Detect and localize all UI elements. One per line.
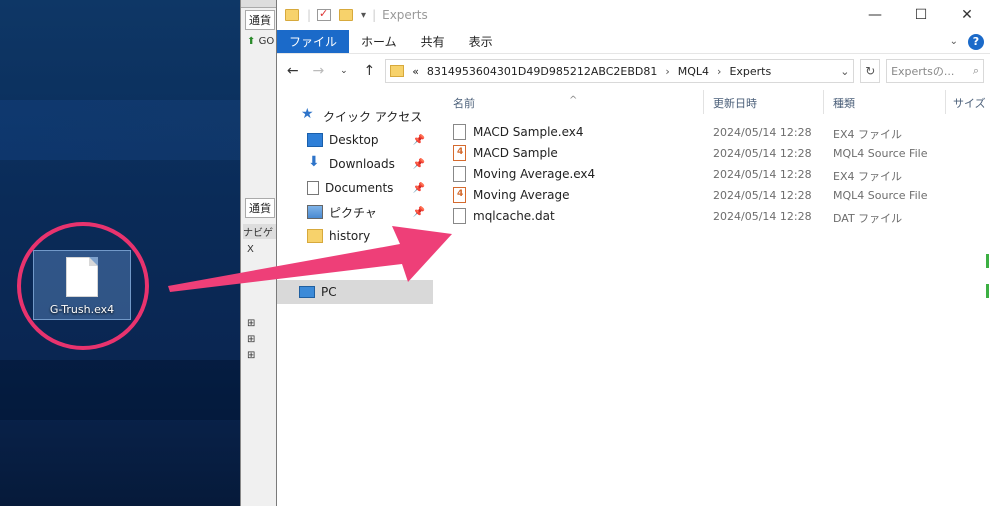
- address-bar[interactable]: « 8314953604301D49D985212ABC2EBD81 › MQL…: [385, 59, 855, 83]
- file-type: EX4 ファイル: [833, 170, 902, 183]
- mt4-tree-item[interactable]: ⬆ GO: [247, 36, 274, 47]
- nav-item-history[interactable]: history: [277, 224, 433, 248]
- mt4-navigator-header: ナビゲ: [243, 224, 276, 239]
- file-list: ^ 名前 更新日時 種類 サイズ MACD Sample.ex4 2024/05…: [433, 88, 990, 506]
- tab-view[interactable]: 表示: [457, 30, 505, 53]
- picture-icon: [307, 205, 323, 219]
- tab-home[interactable]: ホーム: [349, 30, 409, 53]
- star-icon: [301, 106, 317, 123]
- window-title: Experts: [382, 8, 428, 22]
- maximize-icon[interactable]: ☐: [898, 0, 944, 30]
- search-icon: ⌕: [972, 64, 980, 77]
- desktop-background: G-Trush.ex4: [0, 0, 240, 506]
- close-icon[interactable]: ✕: [944, 0, 990, 30]
- mql4-icon: [453, 187, 466, 203]
- file-date: 2024/05/14 12:28: [713, 168, 812, 181]
- search-input[interactable]: Expertsの... ⌕: [886, 59, 985, 83]
- edge-mark: [986, 284, 989, 298]
- file-row[interactable]: MACD Sample.ex4 2024/05/14 12:28 EX4 ファイ…: [433, 122, 990, 143]
- file-icon: [453, 208, 466, 224]
- edge-mark: [986, 254, 989, 268]
- file-row[interactable]: Moving Average.ex4 2024/05/14 12:28 EX4 …: [433, 164, 990, 185]
- mql4-icon: [453, 145, 466, 161]
- highlight-circle: [17, 222, 149, 350]
- file-icon: [453, 166, 466, 182]
- file-date: 2024/05/14 12:28: [713, 210, 812, 223]
- help-icon[interactable]: ?: [968, 33, 984, 50]
- download-icon: [307, 154, 323, 171]
- column-name[interactable]: 名前: [453, 95, 475, 111]
- pin-icon: 📌: [412, 206, 425, 218]
- nav-item-downloads[interactable]: Downloads 📌: [277, 152, 433, 176]
- nav-item-desktop[interactable]: Desktop 📌: [277, 128, 433, 152]
- file-name: MACD Sample.ex4: [473, 125, 584, 139]
- document-icon: [307, 181, 319, 195]
- title-bar: | ▾ | Experts — ☐ ✕: [277, 0, 990, 30]
- nav-item-pc[interactable]: PC: [277, 280, 433, 304]
- column-size[interactable]: サイズ: [953, 95, 986, 111]
- nav-item-documents[interactable]: Documents 📌: [277, 176, 433, 200]
- file-row[interactable]: Moving Average 2024/05/14 12:28 MQL4 Sou…: [433, 185, 990, 206]
- forward-icon[interactable]: →: [309, 63, 329, 79]
- file-date: 2024/05/14 12:28: [713, 126, 812, 139]
- file-row[interactable]: MACD Sample 2024/05/14 12:28 MQL4 Source…: [433, 143, 990, 164]
- address-overflow[interactable]: «: [412, 65, 419, 78]
- file-type: DAT ファイル: [833, 212, 903, 225]
- column-type[interactable]: 種類: [833, 95, 855, 111]
- minimize-icon[interactable]: —: [852, 0, 898, 30]
- desktop-dark-band: [0, 360, 240, 420]
- ribbon-tabs: ファイル ホーム 共有 表示 ⌄ ?: [277, 30, 990, 54]
- address-dropdown-icon[interactable]: ⌄: [840, 65, 849, 78]
- file-type: MQL4 Source File: [833, 147, 928, 160]
- recent-locations-icon[interactable]: ⌄: [334, 66, 354, 76]
- column-headers: ^ 名前 更新日時 種類 サイズ: [433, 88, 990, 116]
- file-type: MQL4 Source File: [833, 189, 928, 202]
- refresh-icon[interactable]: ↻: [860, 59, 881, 83]
- desktop-icon: [307, 133, 323, 147]
- pin-icon: 📌: [412, 182, 425, 194]
- properties-icon[interactable]: [317, 7, 332, 21]
- column-modified[interactable]: 更新日時: [713, 95, 757, 111]
- address-bar-row: ← → ⌄ ↑ « 8314953604301D49D985212ABC2EBD…: [277, 54, 990, 88]
- address-segment-mql4[interactable]: MQL4: [678, 65, 709, 78]
- folder-icon: [390, 65, 405, 77]
- file-date: 2024/05/14 12:28: [713, 189, 812, 202]
- nav-item-pictures[interactable]: ピクチャ 📌: [277, 200, 433, 224]
- new-folder-icon[interactable]: [339, 9, 354, 21]
- folder-icon: [307, 229, 323, 243]
- mt4-header: [241, 0, 276, 8]
- file-name: Moving Average.ex4: [473, 167, 596, 181]
- file-name: MACD Sample: [473, 146, 558, 160]
- file-row[interactable]: mqlcache.dat 2024/05/14 12:28 DAT ファイル: [433, 206, 990, 227]
- mt4-tab-top[interactable]: 通貨: [245, 10, 275, 30]
- mt4-tree-expand-1[interactable]: ⊞: [247, 318, 255, 329]
- mt4-tab-bottom[interactable]: 通貨: [245, 198, 275, 218]
- expand-ribbon-icon[interactable]: ⌄: [950, 36, 958, 47]
- mt4-tree-x[interactable]: X: [247, 244, 254, 255]
- desktop-light-band: [0, 100, 240, 160]
- customize-toolbar-icon[interactable]: ▾: [361, 10, 366, 21]
- pin-icon: 📌: [412, 134, 425, 146]
- back-icon[interactable]: ←: [283, 63, 303, 79]
- sort-ascending-icon: ^: [569, 95, 578, 106]
- mt4-window-strip: 通貨 ⬆ GO 通貨 ナビゲ X ⊞ ⊞ ⊞: [240, 0, 276, 506]
- file-type: EX4 ファイル: [833, 128, 902, 141]
- folder-icon: [285, 9, 299, 21]
- pc-icon: [299, 286, 315, 298]
- explorer-window: | ▾ | Experts — ☐ ✕ ファイル ホーム 共有 表示 ⌄ ? ←…: [276, 0, 990, 506]
- tab-share[interactable]: 共有: [409, 30, 457, 53]
- mt4-tree-expand-3[interactable]: ⊞: [247, 350, 255, 361]
- mt4-tree-expand-2[interactable]: ⊞: [247, 334, 255, 345]
- tab-file[interactable]: ファイル: [277, 30, 350, 53]
- address-segment-experts[interactable]: Experts: [729, 65, 771, 78]
- file-date: 2024/05/14 12:28: [713, 147, 812, 160]
- pin-icon: 📌: [412, 158, 425, 170]
- nav-quick-access[interactable]: クイック アクセス: [277, 104, 433, 128]
- file-name: Moving Average: [473, 188, 570, 202]
- up-icon[interactable]: ↑: [360, 63, 380, 79]
- file-icon: [453, 124, 466, 140]
- file-name: mqlcache.dat: [473, 209, 555, 223]
- navigation-pane: クイック アクセス Desktop 📌 Downloads 📌 Document…: [277, 88, 433, 506]
- address-segment-id[interactable]: 8314953604301D49D985212ABC2EBD81: [427, 65, 657, 78]
